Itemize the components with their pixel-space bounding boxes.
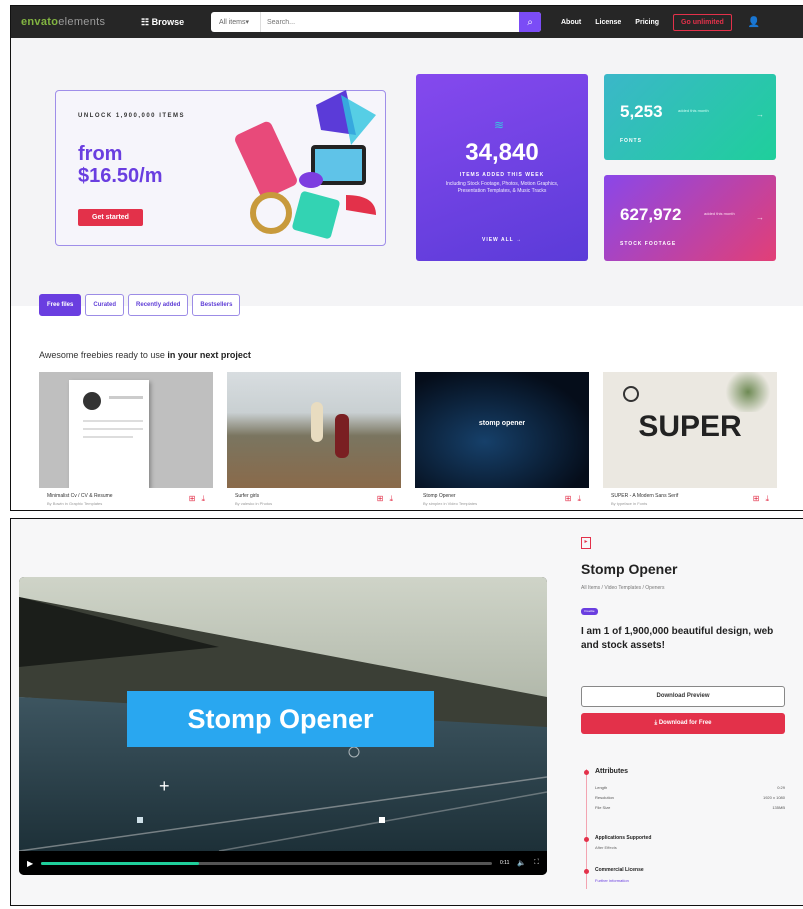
tab-recently-added[interactable]: Recently added	[128, 294, 189, 316]
card-author[interactable]: By valesko in Photos	[235, 501, 393, 506]
apps-value: After Effects	[595, 845, 617, 850]
fonts-count: 5,253	[620, 102, 663, 121]
attribute-row: Length 0:29	[595, 785, 785, 790]
footage-stat-card[interactable]: 627,972 added this month STOCK FOOTAGE →	[604, 175, 776, 261]
filter-tabs: Free files Curated Recently added Bestse…	[39, 294, 241, 316]
license-heading: Commercial License	[595, 867, 644, 873]
items-added-count: 34,840	[465, 139, 539, 166]
tab-curated[interactable]: Curated	[85, 294, 125, 316]
play-icon[interactable]: ▶	[27, 859, 33, 868]
collection-icon[interactable]: ⊞	[377, 494, 384, 504]
top-nav: envatoelements ☷ Browse All items ▾ ⌕ Ab…	[11, 6, 803, 38]
nav-link-pricing[interactable]: Pricing	[635, 19, 659, 26]
resume-thumbnail	[39, 372, 213, 488]
video-progress-track[interactable]	[41, 861, 492, 865]
video-title-overlay: Stomp Opener	[127, 691, 434, 747]
card-title[interactable]: Stomp Opener	[423, 493, 581, 499]
items-added-desc: Including Stock Footage, Photos, Motion …	[445, 181, 559, 194]
download-icon[interactable]: ⤓	[201, 494, 205, 504]
card-author[interactable]: By Bowin in Graphic Templates	[47, 501, 205, 506]
video-file-icon: ▸	[581, 537, 591, 549]
surfer-photo-thumbnail	[227, 372, 401, 488]
get-started-button[interactable]: Get started	[78, 209, 143, 226]
footage-label: STOCK FOOTAGE	[620, 241, 677, 247]
section-heading: Awesome freebies ready to use in your ne…	[39, 350, 251, 360]
download-preview-button[interactable]: Download Preview	[581, 686, 785, 707]
svg-text:+: +	[159, 776, 170, 796]
timeline-dot	[584, 869, 589, 874]
logo[interactable]: envatoelements	[21, 16, 131, 28]
breadcrumb[interactable]: All Items / Video Templates / Openers	[581, 585, 664, 591]
download-icon[interactable]: ⤓	[389, 494, 393, 504]
video-time: 0:11	[500, 860, 510, 866]
footage-count: 627,972	[620, 205, 682, 224]
items-added-stat-card[interactable]: ≋ 34,840 ITEMS ADDED THIS WEEK Including…	[416, 74, 588, 261]
tab-bestsellers[interactable]: Bestsellers	[192, 294, 241, 316]
footage-note: added this month	[704, 211, 735, 216]
browse-menu[interactable]: ☷ Browse	[141, 17, 211, 28]
nav-link-license[interactable]: License	[595, 19, 621, 26]
collection-icon[interactable]: ⊞	[189, 494, 196, 504]
fonts-stat-card[interactable]: 5,253 added this month FONTS →	[604, 74, 776, 160]
nav-link-about[interactable]: About	[561, 19, 581, 26]
search-category-select[interactable]: All items ▾	[211, 12, 261, 32]
download-free-button[interactable]: ⤓ Download for Free	[581, 713, 785, 734]
fonts-label: FONTS	[620, 138, 642, 144]
attribute-row: Resolution 1920 x 1080	[595, 795, 785, 800]
item-detail-screenshot: + Stomp Opener ▶ 0:11 🔈 ⛶ ▸ Stomp Opener…	[10, 518, 803, 906]
browse-screenshot: envatoelements ☷ Browse All items ▾ ⌕ Ab…	[10, 5, 803, 511]
attributes-heading: Attributes	[595, 768, 629, 775]
video-progress-fill	[41, 861, 199, 865]
super-font-thumbnail: SUPER	[603, 372, 777, 488]
card-title[interactable]: Surfer girls	[235, 493, 393, 499]
search-icon[interactable]: ⌕	[519, 12, 541, 32]
thumbnail-text: stomp opener	[478, 420, 526, 427]
freebie-cards: Minimalist Cv / CV & Resume By Bowin in …	[39, 372, 777, 510]
stomp-opener-thumbnail: stomp opener	[415, 372, 589, 488]
fullscreen-icon[interactable]: ⛶	[534, 859, 539, 867]
item-card[interactable]: stomp opener Stomp Opener By simplex in …	[415, 372, 589, 510]
arrow-right-icon: →	[756, 213, 764, 222]
fonts-note: added this month	[678, 108, 709, 113]
collection-icon[interactable]: ⊞	[753, 494, 760, 504]
item-pitch: I am 1 of 1,900,000 beautiful design, we…	[581, 626, 774, 651]
item-card[interactable]: Surfer girls By valesko in Photos ⊞ ⤓	[227, 372, 401, 510]
thumbnail-text: SUPER	[638, 410, 742, 443]
card-author[interactable]: By typeface in Fonts	[611, 501, 769, 506]
timeline-dot	[584, 837, 589, 842]
attribute-row: File Size 135MB	[595, 805, 785, 810]
apps-heading: Applications Supported	[595, 835, 652, 841]
wave-icon: ≋	[494, 118, 505, 132]
go-unlimited-button[interactable]: Go unlimited	[673, 13, 732, 31]
search-input[interactable]	[261, 18, 519, 26]
volume-icon[interactable]: 🔈	[517, 859, 526, 867]
download-icon[interactable]: ⤓	[577, 494, 581, 504]
download-icon[interactable]: ⤓	[765, 494, 769, 504]
video-controls: ▶ 0:11 🔈 ⛶	[19, 851, 547, 875]
search-bar: All items ▾ ⌕	[211, 12, 541, 32]
hero-price: from $16.50/m	[78, 143, 163, 187]
item-card[interactable]: SUPER SUPER - A Modern Sans Serif By typ…	[603, 372, 777, 510]
video-player[interactable]: + Stomp Opener ▶ 0:11 🔈 ⛶	[19, 577, 547, 875]
hero-promo-card: UNLOCK 1,900,000 ITEMS from $16.50/m Get …	[55, 90, 386, 246]
item-title: Stomp Opener	[581, 561, 678, 577]
card-author[interactable]: By simplex in Video Templates	[423, 501, 581, 506]
license-info-link[interactable]: Further information	[595, 878, 629, 883]
user-icon[interactable]: 👤	[748, 17, 760, 28]
timeline-dot	[584, 770, 589, 775]
tab-free-files[interactable]: Free files	[39, 294, 82, 316]
arrow-right-icon: →	[756, 110, 764, 119]
item-card[interactable]: Minimalist Cv / CV & Resume By Bowin in …	[39, 372, 213, 510]
card-title[interactable]: SUPER - A Modern Sans Serif	[611, 493, 769, 499]
items-added-label: ITEMS ADDED THIS WEEK	[459, 172, 545, 178]
freebie-badge: Freebie	[581, 608, 598, 615]
hero-illustration	[235, 90, 376, 239]
card-title[interactable]: Minimalist Cv / CV & Resume	[47, 493, 205, 499]
collection-icon[interactable]: ⊞	[565, 494, 572, 504]
unlock-text: UNLOCK 1,900,000 ITEMS	[78, 113, 186, 119]
view-all-link[interactable]: VIEW ALL →	[416, 237, 588, 243]
